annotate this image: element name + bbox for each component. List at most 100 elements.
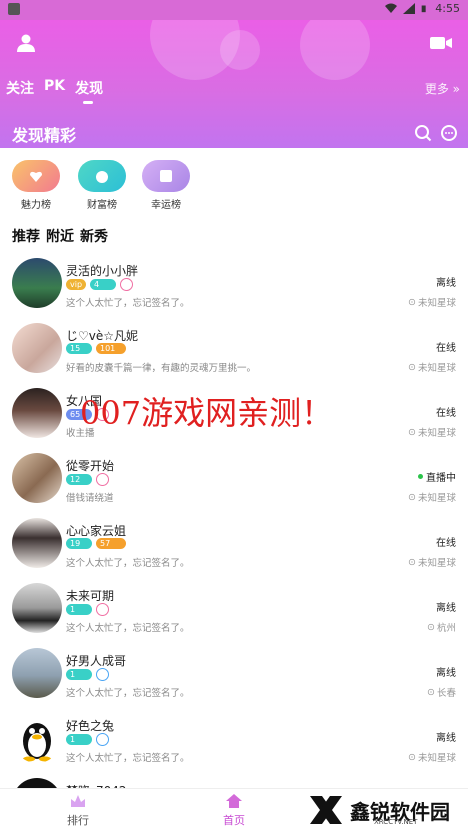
avatar[interactable]: [12, 713, 62, 763]
user-status: 离线: [436, 733, 456, 744]
user-badges: 12: [66, 473, 109, 486]
nav-rank-label: 排行: [67, 814, 89, 827]
status-bar: 4:55: [0, 0, 468, 20]
user-name: じ♡vè☆凡妮: [66, 329, 139, 343]
level-badge: 1: [66, 669, 92, 680]
gender-female-icon: [120, 278, 134, 291]
gender-female-icon: [96, 603, 109, 616]
nav-home-label: 首页: [223, 814, 245, 827]
avatar[interactable]: [12, 518, 62, 568]
level-badge: 12: [66, 474, 92, 485]
avatar[interactable]: [12, 388, 62, 438]
user-row[interactable]: じ♡vè☆凡妮 15 101 好看的皮囊千篇一律，有趣的灵魂万里挑一。 在线 ⊙…: [0, 317, 468, 382]
site-logo: 鑫锐软件园 XRCCTV.NET: [306, 794, 450, 826]
location-pin-icon: ⊙: [408, 556, 416, 568]
user-name: 未来可期: [66, 589, 115, 603]
tab-pk[interactable]: PK: [44, 78, 65, 98]
user-status: 直播中: [418, 469, 456, 484]
location-pin-icon: ⊙: [427, 621, 435, 633]
nav-rank[interactable]: 排行: [48, 793, 108, 828]
user-signature: 这个人太忙了，忘记签名了。: [66, 688, 190, 699]
level-badge: 1: [66, 604, 92, 615]
lucky-rank-icon: [142, 160, 190, 192]
avatar[interactable]: [12, 258, 62, 308]
section-title: 发现精彩: [12, 126, 77, 145]
user-status: 离线: [436, 603, 456, 614]
gender-male-icon: [96, 668, 109, 681]
user-row[interactable]: 從零开始 12 借钱请绕道 直播中 ⊙ 未知星球: [0, 447, 468, 512]
charm-rank-icon: [12, 160, 60, 192]
avatar[interactable]: [12, 323, 62, 373]
signal-icon: [403, 3, 416, 14]
level-badge: 19: [66, 538, 92, 549]
lucky-rank-label: 幸运榜: [151, 200, 181, 211]
user-name: 好男人成哥: [66, 654, 127, 668]
user-name: 心心家云姐: [66, 524, 127, 538]
bottom-nav: 排行 首页 鑫锐软件园 XRCCTV.NET: [0, 788, 468, 832]
header-bubble: [300, 20, 370, 80]
wealth-badge: 57: [96, 538, 126, 549]
wifi-icon: [385, 3, 398, 13]
rank-nav-icon: [71, 795, 85, 807]
search-icon[interactable]: [414, 124, 432, 142]
user-signature: 这个人太忙了，忘记签名了。: [66, 623, 190, 634]
location-pin-icon: ⊙: [408, 751, 416, 763]
category-nearby[interactable]: 附近: [46, 226, 74, 246]
tab-discover[interactable]: 发现: [75, 78, 103, 104]
tab-follow[interactable]: 关注: [6, 78, 34, 98]
more-link[interactable]: 更多 »: [425, 80, 460, 97]
status-time: 4:55: [435, 2, 460, 15]
user-badges: 15 101: [66, 343, 126, 354]
user-name: 從零开始: [66, 459, 115, 473]
user-row[interactable]: 灵活的小小胖 vip 4 这个人太忙了，忘记签名了。 离线 ⊙ 未知星球: [0, 252, 468, 317]
avatar[interactable]: [12, 453, 62, 503]
avatar[interactable]: [12, 648, 62, 698]
charm-rank-button[interactable]: 魅力榜: [6, 160, 66, 211]
user-location: ⊙ 未知星球: [408, 361, 456, 375]
level-badge: 15: [66, 343, 92, 354]
user-location: ⊙ 未知星球: [408, 426, 456, 440]
user-signature: 这个人太忙了，忘记签名了。: [66, 753, 190, 764]
user-status: 离线: [436, 668, 456, 679]
live-dot-icon: [418, 474, 423, 479]
user-badges: 1: [66, 733, 109, 746]
wealth-rank-icon: [78, 160, 126, 192]
user-location: ⊙ 杭州: [427, 621, 456, 635]
qq-penguin-icon: [23, 723, 51, 762]
user-status: 在线: [436, 343, 456, 354]
battery-icon: [421, 5, 426, 13]
lucky-rank-button[interactable]: 幸运榜: [136, 160, 196, 211]
user-status: 离线: [436, 278, 456, 289]
charm-rank-label: 魅力榜: [21, 200, 51, 211]
location-pin-icon: ⊙: [408, 426, 416, 438]
header-bubble: [220, 30, 260, 70]
user-signature: 好看的皮囊千篇一律，有趣的灵魂万里挑一。: [66, 363, 257, 374]
avatar[interactable]: [12, 583, 62, 633]
user-status: 在线: [436, 408, 456, 419]
gender-female-icon: [96, 473, 109, 486]
user-location: ⊙ 长春: [427, 686, 456, 700]
vip-badge: vip: [66, 279, 87, 290]
nav-home[interactable]: 首页: [204, 793, 264, 828]
profile-icon[interactable]: [16, 34, 36, 52]
user-row[interactable]: 好色之兔 1 这个人太忙了，忘记签名了。 离线 ⊙ 未知星球: [0, 707, 468, 772]
user-row[interactable]: 心心家云姐 19 57 这个人太忙了，忘记签名了。 在线 ⊙ 未知星球: [0, 512, 468, 577]
video-camera-icon[interactable]: [430, 36, 452, 50]
user-location: ⊙ 未知星球: [408, 556, 456, 570]
status-bar-right: 4:55: [385, 2, 460, 15]
category-newbie[interactable]: 新秀: [80, 226, 108, 246]
user-badges: 1: [66, 603, 109, 616]
watermark-text: 007游戏网亲测！: [80, 394, 334, 432]
user-row[interactable]: 好男人成哥 1 这个人太忙了，忘记签名了。 离线 ⊙ 长春: [0, 642, 468, 707]
user-signature: 这个人太忙了，忘记签名了。: [66, 558, 190, 569]
top-tabs: 关注 PK 发现: [6, 78, 103, 104]
wealth-rank-label: 财富榜: [87, 200, 117, 211]
user-badges: 1: [66, 668, 109, 681]
chat-icon[interactable]: [440, 124, 458, 142]
user-location: ⊙ 未知星球: [408, 296, 456, 310]
category-recommend[interactable]: 推荐: [12, 226, 40, 246]
wealth-rank-button[interactable]: 财富榜: [72, 160, 132, 211]
category-tabs: 推荐 附近 新秀: [12, 226, 108, 246]
home-nav-icon: [226, 794, 242, 808]
user-row[interactable]: 未来可期 1 这个人太忙了，忘记签名了。 离线 ⊙ 杭州: [0, 577, 468, 642]
